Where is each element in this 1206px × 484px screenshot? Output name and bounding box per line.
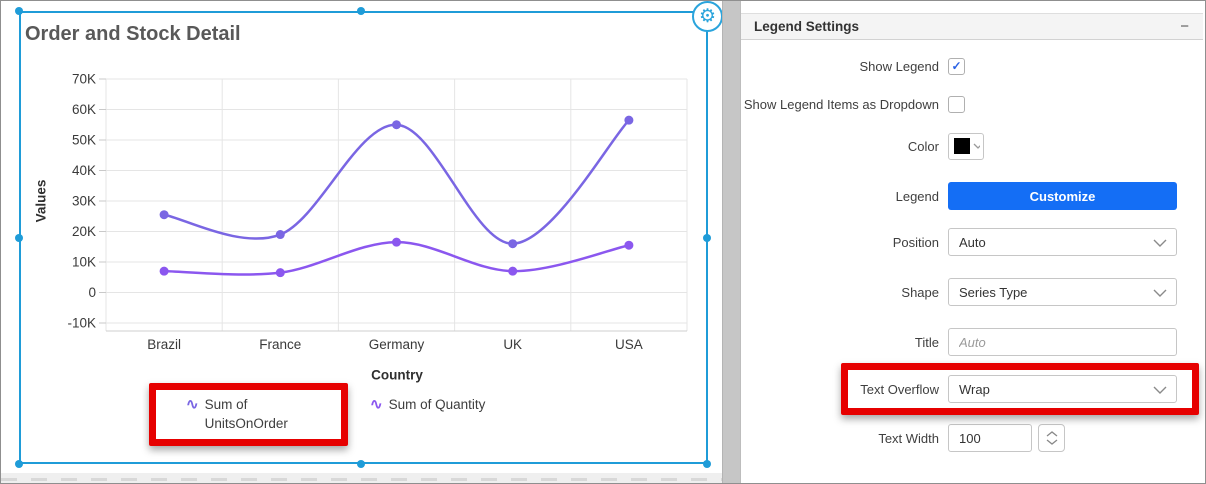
legend-items-dropdown-label: Show Legend Items as Dropdown [743, 96, 939, 112]
position-dropdown[interactable]: Auto [948, 228, 1177, 256]
shape-label: Shape [901, 284, 939, 300]
position-label: Position [892, 234, 939, 250]
chevron-down-icon [973, 143, 980, 149]
color-label: Color [907, 138, 939, 154]
position-value: Auto [959, 234, 986, 250]
row-position: Position Auto [741, 228, 1203, 256]
row-color: Color [741, 132, 1203, 160]
spinner-down-button[interactable] [1046, 439, 1058, 445]
text-overflow-dropdown[interactable]: Wrap [948, 375, 1177, 403]
collapse-minus-icon[interactable]: − [1180, 18, 1203, 35]
show-legend-checkbox[interactable]: ✓ [948, 57, 965, 75]
title-label: Title [914, 334, 939, 350]
dashboard-designer: Order and Stock Detail 70K 60K 50K 40K 30K 20… [0, 0, 1206, 484]
selection-handle-bottom-left[interactable] [15, 460, 23, 468]
canvas-grid-strip [1, 473, 741, 483]
text-width-input[interactable] [948, 424, 1032, 452]
row-show-legend: Show Legend ✓ [741, 52, 1203, 80]
shape-dropdown[interactable]: Series Type [948, 278, 1177, 306]
shape-value: Series Type [959, 284, 1028, 300]
text-overflow-value: Wrap [959, 381, 990, 397]
spinner-up-button[interactable] [1046, 431, 1058, 437]
chevron-down-icon [1153, 289, 1167, 297]
row-text-overflow: Text Overflow Wrap [741, 375, 1203, 403]
row-shape: Shape Series Type [741, 278, 1203, 306]
selection-handle-bottom-mid[interactable] [357, 460, 365, 468]
show-legend-label: Show Legend [859, 58, 939, 74]
row-title: Title [741, 328, 1203, 356]
row-legend-items-dropdown: Show Legend Items as Dropdown [741, 90, 1203, 118]
panel-divider[interactable] [722, 1, 741, 483]
chevron-down-icon [1153, 386, 1167, 394]
color-swatch [954, 138, 970, 154]
selection-handle-bottom-right[interactable] [703, 460, 711, 468]
text-overflow-label: Text Overflow [860, 381, 939, 397]
widget-settings-button[interactable]: ⚙ [692, 1, 723, 32]
chevron-down-icon [1153, 239, 1167, 247]
panel-header[interactable]: Legend Settings − [741, 13, 1203, 40]
dashboard-canvas[interactable]: Order and Stock Detail 70K 60K 50K 40K 30K 20… [1, 1, 741, 483]
title-input[interactable] [948, 328, 1177, 356]
customize-button[interactable]: Customize [948, 182, 1177, 210]
selection-handle-right-mid[interactable] [703, 234, 711, 242]
legend-items-dropdown-checkbox[interactable] [948, 95, 965, 113]
selection-frame [19, 11, 708, 464]
panel-header-title: Legend Settings [754, 19, 860, 34]
row-legend: Legend Customize [741, 182, 1203, 210]
gear-icon: ⚙ [698, 6, 717, 27]
selection-handle-top-mid[interactable] [357, 7, 365, 15]
color-picker[interactable] [948, 132, 984, 160]
selection-handle-left-mid[interactable] [15, 234, 23, 242]
selection-handle-top-left[interactable] [15, 7, 23, 15]
text-width-label: Text Width [878, 430, 939, 446]
properties-panel: Legend Settings − Show Legend ✓ Show Leg… [741, 1, 1203, 483]
text-width-spinner [1038, 424, 1065, 452]
row-text-width: Text Width [741, 424, 1203, 452]
legend-label: Legend [895, 188, 939, 204]
